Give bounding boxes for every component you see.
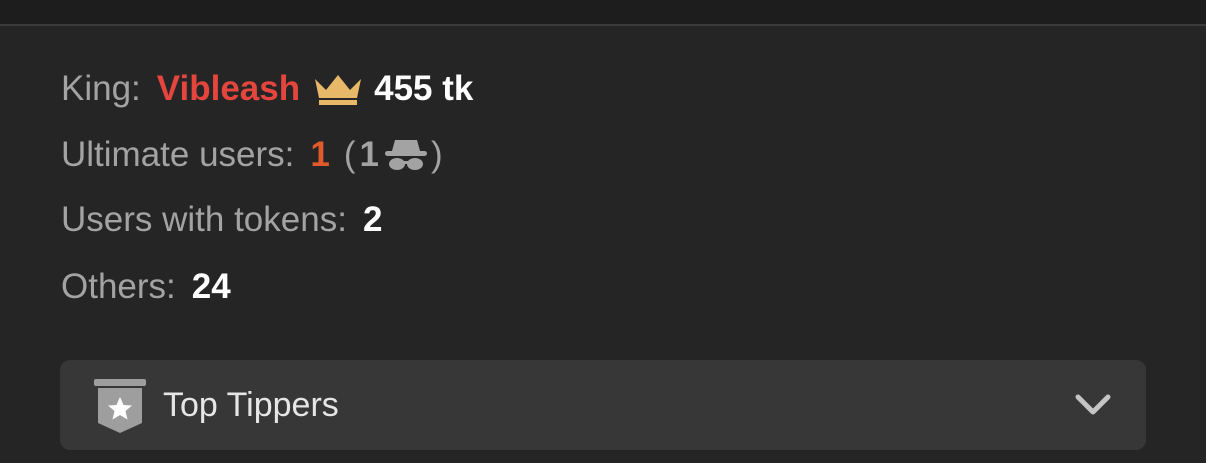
king-label: King: bbox=[61, 69, 141, 108]
king-username[interactable]: Vibleash bbox=[157, 69, 300, 109]
top-tippers-label: Top Tippers bbox=[163, 386, 339, 424]
paren-close: ) bbox=[431, 135, 443, 174]
ultimate-users-label: Ultimate users: bbox=[61, 135, 295, 174]
top-tippers-dropdown[interactable]: Top Tippers bbox=[60, 360, 1146, 450]
anonymous-count: 1 bbox=[359, 135, 379, 174]
incognito-icon bbox=[383, 136, 429, 174]
star-badge-icon bbox=[92, 379, 148, 435]
king-amount: 455 tk bbox=[374, 69, 474, 108]
users-with-tokens-label: Users with tokens: bbox=[61, 200, 347, 239]
ultimate-users-row: Ultimate users: 1 ( 1 ) bbox=[61, 133, 443, 177]
king-row: King: Vibleash 455 tk bbox=[61, 67, 473, 111]
others-value: 24 bbox=[191, 267, 231, 306]
paren-open: ( bbox=[343, 135, 356, 174]
chevron-down-icon[interactable] bbox=[1073, 388, 1113, 422]
others-label: Others: bbox=[61, 267, 176, 306]
ultimate-users-value: 1 bbox=[310, 135, 330, 174]
crown-icon bbox=[312, 72, 364, 106]
others-row: Others: 24 bbox=[61, 265, 231, 309]
users-with-tokens-value: 2 bbox=[362, 200, 383, 239]
top-bar bbox=[0, 0, 1206, 26]
users-with-tokens-row: Users with tokens: 2 bbox=[61, 198, 382, 242]
